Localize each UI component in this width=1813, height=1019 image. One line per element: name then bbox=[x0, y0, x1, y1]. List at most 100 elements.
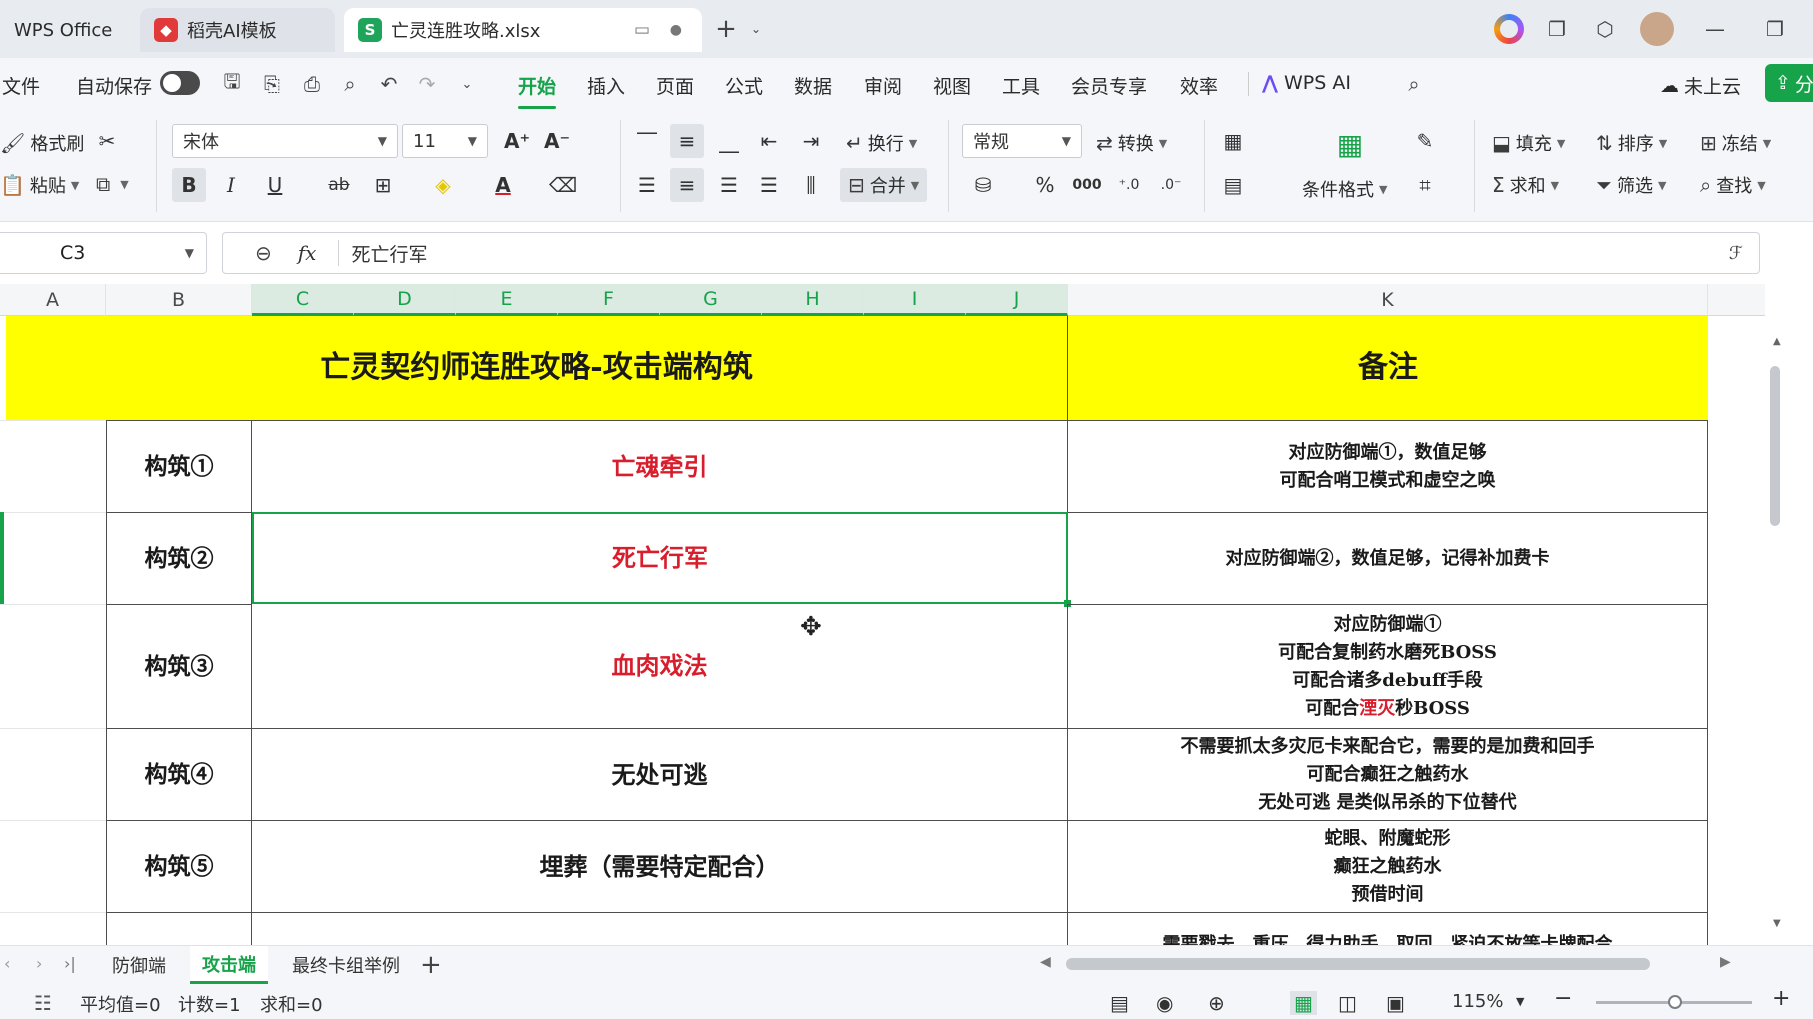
font-name-select[interactable]: 宋体 ▼ bbox=[172, 124, 398, 158]
clear-format-icon[interactable]: ⌫ bbox=[546, 168, 580, 202]
find-button[interactable]: ⌕ 查找 ▼ bbox=[1700, 172, 1766, 198]
copy-button[interactable]: ⧉ ▼ bbox=[96, 172, 129, 196]
zoom-formula-icon[interactable]: ⊖ bbox=[255, 241, 272, 265]
save-icon[interactable]: 🖫 bbox=[218, 69, 246, 98]
crop-icon[interactable]: ⌗ bbox=[1408, 168, 1442, 202]
strikethrough-button[interactable]: ab bbox=[322, 168, 356, 202]
wps-ai-button[interactable]: ⋀ WPS AI bbox=[1262, 72, 1351, 94]
filter-button[interactable]: ⏷ 筛选 ▼ bbox=[1596, 172, 1666, 198]
column-header-g[interactable]: G bbox=[660, 284, 762, 316]
formula-input[interactable]: ⊖ fx 死亡行军 ℱ bbox=[222, 232, 1760, 274]
monitor-icon[interactable]: ▭ bbox=[634, 20, 650, 40]
build-name-cell[interactable]: 亡魂牵引 bbox=[252, 420, 1068, 512]
add-sheet-icon[interactable]: + bbox=[420, 950, 442, 980]
split-view-icon[interactable]: ◫ bbox=[1338, 991, 1357, 1015]
fx-icon[interactable]: fx bbox=[298, 241, 317, 265]
align-center-icon[interactable]: ≡ bbox=[670, 168, 704, 202]
thousands-separator-button[interactable]: 000 bbox=[1070, 168, 1104, 202]
decrease-font-icon[interactable]: A⁻ bbox=[540, 124, 574, 158]
tab-wps-office[interactable]: WPS Office bbox=[0, 8, 135, 52]
menu-member[interactable]: 会员专享 bbox=[1071, 72, 1147, 99]
conditional-format-grid-icon[interactable]: ▦ bbox=[1330, 124, 1370, 164]
menu-tools[interactable]: 工具 bbox=[1002, 72, 1040, 99]
vertical-scrollbar[interactable]: ▲ ▼ bbox=[1765, 316, 1813, 945]
menu-view[interactable]: 视图 bbox=[933, 72, 971, 99]
menu-data[interactable]: 数据 bbox=[794, 72, 832, 99]
cube-icon[interactable]: ⬡ bbox=[1590, 14, 1620, 44]
currency-icon[interactable]: ⛁ bbox=[966, 168, 1000, 202]
build-name-cell[interactable] bbox=[252, 912, 1068, 945]
column-header-j[interactable]: J bbox=[966, 284, 1068, 316]
scroll-up-icon[interactable]: ▲ bbox=[1773, 336, 1781, 347]
quick-access-chevron-icon[interactable]: ⌄ bbox=[453, 70, 481, 98]
menu-file[interactable]: 文件 bbox=[2, 72, 40, 99]
page-layout-icon[interactable]: ▤ bbox=[1110, 991, 1129, 1015]
export-pdf-icon[interactable]: ⎘ bbox=[258, 70, 286, 98]
menu-efficiency[interactable]: 效率 bbox=[1180, 72, 1218, 99]
print-preview-icon[interactable]: ⌕ bbox=[336, 70, 364, 98]
cut-icon[interactable]: ✂ bbox=[90, 124, 124, 158]
build-note-cell[interactable]: 对应防御端① 可配合复制药水磨死BOSS 可配合诸多debuff手段 可配合湮灭… bbox=[1068, 604, 1708, 728]
chevron-down-icon[interactable]: ▼ bbox=[1516, 995, 1524, 1008]
zoom-slider[interactable] bbox=[1596, 995, 1752, 1009]
undo-icon[interactable]: ↶ bbox=[375, 70, 403, 98]
scroll-left-icon[interactable]: ◀ bbox=[1040, 954, 1051, 970]
decrease-decimal-icon[interactable]: .0⁻ bbox=[1154, 168, 1188, 202]
font-size-select[interactable]: 11 ▼ bbox=[402, 124, 488, 158]
convert-button[interactable]: ⇄ 转换 ▼ bbox=[1096, 130, 1167, 156]
note-header-cell[interactable]: 备注 bbox=[1068, 316, 1708, 420]
build-label-cell[interactable]: 构筑③ bbox=[106, 604, 252, 728]
build-note-cell[interactable]: 对应防御端①，数值足够 可配合哨卫模式和虚空之唤 bbox=[1068, 420, 1708, 512]
prev-sheet-icon[interactable]: › bbox=[36, 954, 42, 973]
minimize-icon[interactable]: — bbox=[1700, 14, 1730, 44]
fill-button[interactable]: ⬓ 填充 ▼ bbox=[1492, 130, 1565, 156]
normal-view-icon[interactable]: ▦ bbox=[1290, 991, 1317, 1015]
sheet-tab-final-deck[interactable]: 最终卡组举例 bbox=[280, 946, 412, 984]
zoom-in-icon[interactable]: + bbox=[1772, 986, 1790, 1011]
build-note-cell[interactable]: 不需要抓太多灾厄卡来配合它，需要的是加费和回手 可配合癫狂之触药水 无处可逃 是… bbox=[1068, 728, 1708, 820]
last-sheet-icon[interactable]: ›| bbox=[64, 954, 76, 973]
table-style-icon[interactable]: ▤ bbox=[1216, 168, 1250, 202]
restore-window-icon[interactable]: ❐ bbox=[1760, 14, 1790, 44]
menu-home[interactable]: 开始 bbox=[518, 72, 557, 109]
decrease-indent-icon[interactable]: ⇤ bbox=[752, 124, 786, 158]
column-header-c[interactable]: C bbox=[252, 284, 354, 316]
redo-icon[interactable]: ↷ bbox=[413, 70, 441, 98]
tab-docer-ai-templates[interactable]: ◆ 稻壳AI模板 bbox=[140, 8, 335, 52]
format-painter-button[interactable]: 🖌 格式刷 bbox=[0, 130, 84, 156]
column-header-b[interactable]: B bbox=[106, 284, 252, 316]
freeze-panes-button[interactable]: ⊞ 冻结 ▼ bbox=[1700, 130, 1771, 156]
align-right-icon[interactable]: ☰ bbox=[712, 168, 746, 202]
unsaved-dot-icon[interactable]: ● bbox=[670, 22, 682, 38]
new-tab-plus-icon[interactable]: + bbox=[712, 14, 740, 44]
column-header-h[interactable]: H bbox=[762, 284, 864, 316]
share-button[interactable]: ⇪ 分 bbox=[1765, 64, 1813, 102]
tab-list-chevron-icon[interactable]: ⌄ bbox=[746, 14, 766, 44]
ai-assistant-icon[interactable] bbox=[1494, 14, 1524, 44]
build-label-cell[interactable] bbox=[106, 912, 252, 945]
align-bottom-icon[interactable]: ⎽ bbox=[712, 124, 746, 158]
build-label-cell[interactable]: 构筑① bbox=[106, 420, 252, 512]
zoom-out-icon[interactable]: − bbox=[1554, 986, 1572, 1011]
merge-cells-button[interactable]: ⊟ 合并 ▼ bbox=[840, 168, 928, 202]
bold-button[interactable]: B bbox=[172, 168, 206, 202]
increase-indent-icon[interactable]: ⇥ bbox=[794, 124, 828, 158]
align-left-icon[interactable]: ☰ bbox=[630, 168, 664, 202]
column-header-e[interactable]: E bbox=[456, 284, 558, 316]
build-name-cell-selected[interactable]: 死亡行军 bbox=[252, 512, 1068, 604]
sheet-tab-attack[interactable]: 攻击端 bbox=[190, 946, 268, 984]
italic-button[interactable]: I bbox=[214, 168, 248, 202]
sheet-tab-defense[interactable]: 防御端 bbox=[100, 946, 178, 984]
menu-formula[interactable]: 公式 bbox=[725, 72, 763, 99]
autosave-toggle[interactable] bbox=[160, 71, 200, 95]
menu-page[interactable]: 页面 bbox=[656, 72, 694, 99]
reading-view-icon[interactable]: ▣ bbox=[1386, 991, 1405, 1015]
window-layout-icon[interactable]: ❐ bbox=[1542, 14, 1572, 44]
align-top-icon[interactable]: ⎺ bbox=[630, 124, 664, 158]
paste-button[interactable]: 📋 粘贴 ▼ bbox=[0, 172, 79, 198]
column-header-d[interactable]: D bbox=[354, 284, 456, 316]
build-label-cell[interactable]: 构筑④ bbox=[106, 728, 252, 820]
form-icon[interactable]: ✎ bbox=[1408, 124, 1442, 158]
sheet-grid[interactable]: 亡灵契约师连胜攻略-攻击端构筑 备注 构筑① 亡魂牵引 对应防御端①，数值足够 … bbox=[0, 316, 1765, 945]
scroll-down-icon[interactable]: ▼ bbox=[1773, 918, 1781, 929]
